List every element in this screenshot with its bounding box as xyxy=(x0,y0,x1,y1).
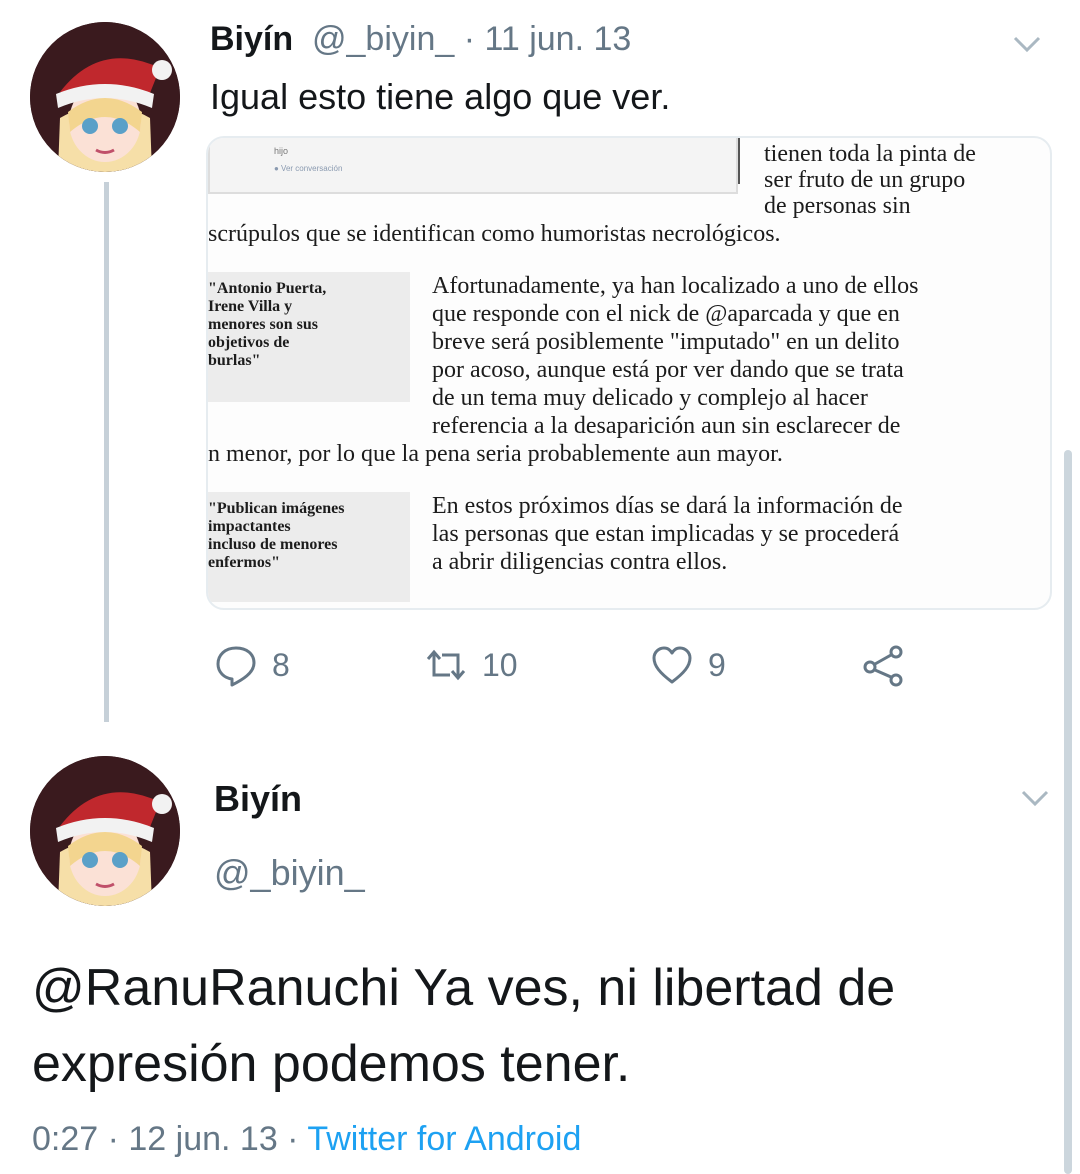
like-button[interactable]: 9 xyxy=(650,642,726,688)
handle-and-date[interactable]: @_biyin_ · 11 jun. 13 xyxy=(312,20,631,59)
avatar-image xyxy=(30,22,180,172)
reply-button[interactable]: 8 xyxy=(214,642,290,688)
avatar[interactable] xyxy=(30,756,180,906)
retweet-button[interactable]: 10 xyxy=(424,642,518,688)
pull-quote-line: "Publican imágenes xyxy=(208,500,345,517)
display-name[interactable]: Biyín xyxy=(214,778,302,820)
like-icon xyxy=(652,646,692,684)
timestamp[interactable]: 0:27 · 12 jun. 13 · xyxy=(32,1120,307,1158)
article-line: por acoso, aunque está por ver dando que… xyxy=(432,357,904,383)
pull-quote-line: impactantes xyxy=(208,518,291,535)
article-line: n menor, por lo que la pena seria probab… xyxy=(208,441,783,467)
avatar-image xyxy=(30,756,180,906)
article-line: Afortunadamente, ya han localizado a uno… xyxy=(432,273,919,299)
share-icon xyxy=(863,645,903,687)
share-button[interactable] xyxy=(862,642,920,688)
pull-quote-line: menores son sus xyxy=(208,316,318,333)
pull-quote-line: enfermos" xyxy=(208,554,280,571)
embed-link: ● Ver conversación xyxy=(274,164,343,173)
pull-quote: "Antonio Puerta, Irene Villa y menores s… xyxy=(208,272,410,402)
attached-image[interactable]: hijo ● Ver conversación tienen toda la p… xyxy=(206,136,1052,610)
article-line: En estos próximos días se dará la inform… xyxy=(432,493,903,519)
article-line: tienen toda la pinta de xyxy=(764,141,976,167)
article-line: breve será posiblemente "imputado" en un… xyxy=(432,329,900,355)
tweet-timestamp: 0:27 · 12 jun. 13 · Twitter for Android xyxy=(32,1120,581,1159)
pull-quote: "Publican imágenes impactantes incluso d… xyxy=(208,492,410,602)
thread-line xyxy=(104,182,109,722)
retweet-icon xyxy=(426,649,466,681)
source-link[interactable]: Twitter for Android xyxy=(307,1120,581,1158)
reply-count: 8 xyxy=(272,646,290,683)
tweet-actions: 8 10 9 xyxy=(214,642,934,688)
pull-quote-line: "Antonio Puerta, xyxy=(208,280,327,297)
article-line: a abrir diligencias contra ellos. xyxy=(432,549,728,575)
avatar[interactable] xyxy=(30,22,180,172)
pull-quote-line: burlas" xyxy=(208,352,261,369)
article-line: las personas que estan implicadas y se p… xyxy=(432,521,900,547)
reply-icon xyxy=(216,646,256,687)
tweet-text: @RanuRanuchi Ya ves, ni libertad de expr… xyxy=(32,959,896,1093)
scrollbar[interactable] xyxy=(1064,450,1072,1174)
article-line: ser fruto de un grupo xyxy=(764,167,966,193)
article-line: que responde con el nick de @aparcada y … xyxy=(432,301,900,327)
pull-quote-line: Irene Villa y xyxy=(208,298,293,315)
retweet-count: 10 xyxy=(482,646,518,683)
display-name[interactable]: Biyín xyxy=(210,20,293,59)
embed-label: hijo xyxy=(274,146,289,156)
article-line: de personas sin xyxy=(764,193,911,219)
divider xyxy=(738,138,740,184)
chevron-down-icon[interactable] xyxy=(1012,34,1042,54)
article-line: referencia a la desaparición aun sin esc… xyxy=(432,413,901,439)
tweet-text: Igual esto tiene algo que ver. xyxy=(210,76,671,117)
pull-quote-line: objetivos de xyxy=(208,334,290,351)
pull-quote-line: incluso de menores xyxy=(208,536,338,553)
like-count: 9 xyxy=(708,646,726,683)
article-line: scrúpulos que se identifican como humori… xyxy=(208,221,781,247)
embedded-tweet-snippet: hijo ● Ver conversación xyxy=(208,138,738,194)
article-line: de un tema muy delicado y complejo al ha… xyxy=(432,385,868,411)
handle[interactable]: @_biyin_ xyxy=(214,852,365,894)
chevron-down-icon[interactable] xyxy=(1020,788,1050,808)
